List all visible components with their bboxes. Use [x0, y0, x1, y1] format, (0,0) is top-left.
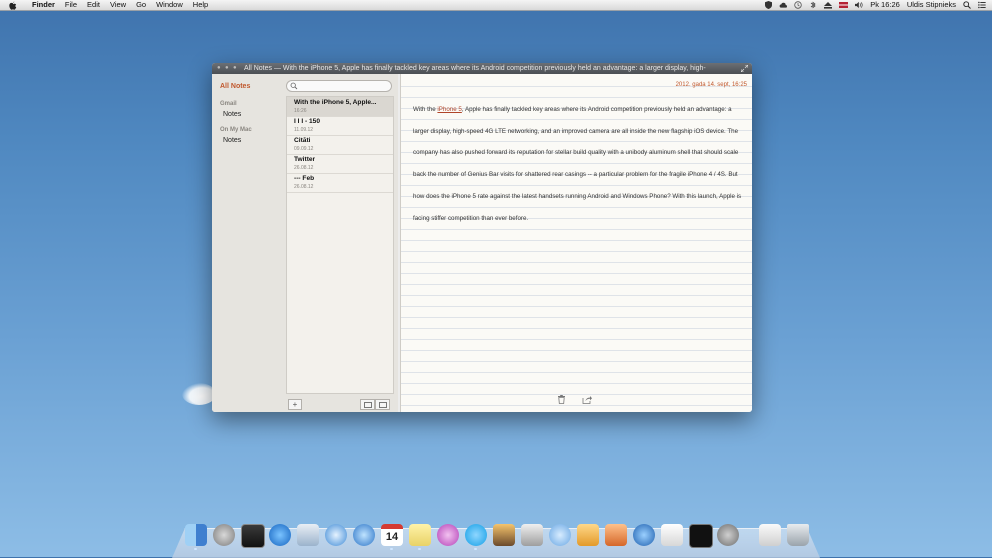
bluetooth-icon[interactable] [809, 1, 817, 9]
note-timestamp: 2012. gada 14. sept, 16:25 [675, 82, 747, 88]
add-note-button[interactable]: + [288, 399, 302, 410]
preview-icon[interactable] [297, 524, 319, 546]
app-store-icon[interactable] [269, 524, 291, 546]
safari-icon[interactable] [325, 524, 347, 546]
activity-monitor-icon[interactable] [689, 524, 713, 548]
itunes-icon[interactable] [353, 524, 375, 546]
list-item[interactable]: Citāti 09.09.12 [287, 135, 393, 155]
share-icon[interactable] [582, 395, 592, 404]
apple-menu-icon[interactable] [8, 0, 18, 10]
fullscreen-icon[interactable] [741, 65, 748, 72]
menu-go[interactable]: Go [136, 0, 146, 10]
sidebar-item-gmail-notes[interactable]: Notes [223, 111, 241, 118]
running-indicator [194, 548, 197, 550]
notes-window: ● ● ● All Notes — With the iPhone 5, App… [212, 63, 752, 412]
note-date: 16:26 [294, 108, 307, 114]
show-folders-button[interactable] [360, 399, 375, 410]
photo-booth-icon[interactable] [241, 524, 265, 548]
note-date: 26.08.12 [294, 165, 314, 171]
menu-window[interactable]: Window [156, 0, 183, 10]
desktop-cloud [182, 383, 216, 405]
sidebar-header-on-my-mac: On My Mac [220, 127, 252, 133]
cloud-icon[interactable] [779, 1, 788, 9]
running-indicator [390, 548, 393, 550]
photos-icon[interactable] [521, 524, 543, 546]
iphoto-icon[interactable] [493, 524, 515, 546]
note-date: 26.08.12 [294, 184, 314, 190]
note-title: --- Feb [294, 175, 315, 182]
downloads-stack-icon[interactable] [759, 524, 781, 546]
search-icon [290, 82, 298, 90]
messages-icon[interactable] [549, 524, 571, 546]
quicktime-icon[interactable] [633, 524, 655, 546]
itunes-ping-icon[interactable] [437, 524, 459, 546]
note-title: Twitter [294, 156, 316, 163]
notes-list-toolbar: + [282, 398, 398, 412]
close-window-icon[interactable]: ● [217, 63, 221, 74]
note-date: 11.09.12 [294, 127, 314, 133]
finder-icon[interactable] [185, 524, 207, 546]
accounts-sidebar: All Notes Gmail Notes On My Mac Notes [212, 74, 283, 412]
keynote-icon[interactable] [605, 524, 627, 546]
list-view-icon [379, 402, 387, 408]
status-tray: Pk 16:26 Uldis Stipnieks [764, 0, 986, 10]
sidebar-header-gmail: Gmail [220, 101, 237, 107]
note-title: With the iPhone 5, Apple... [294, 99, 377, 106]
minimize-window-icon[interactable]: ● [225, 63, 229, 74]
list-item[interactable]: With the iPhone 5, Apple... 16:26 [287, 97, 393, 117]
eject-icon[interactable] [824, 1, 833, 9]
running-indicator [474, 548, 477, 550]
note-title: Citāti [294, 137, 311, 144]
notes-icon[interactable] [409, 524, 431, 546]
notification-center-icon[interactable] [978, 1, 986, 9]
delete-note-icon[interactable] [557, 395, 566, 404]
sidebar-item-all-notes[interactable]: All Notes [220, 83, 250, 90]
list-item[interactable]: I I I - 150 11.09.12 [287, 116, 393, 136]
trash-icon[interactable] [787, 524, 809, 546]
show-list-button[interactable] [375, 399, 390, 410]
list-item[interactable]: Twitter 26.08.12 [287, 154, 393, 174]
notes-list: With the iPhone 5, Apple... 16:26 I I I … [286, 96, 394, 394]
note-body[interactable]: With the iPhone 5, Apple has finally tac… [413, 99, 743, 229]
running-indicator [418, 548, 421, 550]
notes-list-pane: With the iPhone 5, Apple... 16:26 I I I … [282, 74, 398, 412]
folders-icon [364, 402, 372, 408]
latvian-flag-icon[interactable] [839, 2, 849, 8]
note-body-text: , Apple has finally tackled key areas wh… [413, 106, 742, 222]
search-input[interactable] [286, 80, 392, 92]
note-editor[interactable]: 2012. gada 14. sept, 16:25 With the iPho… [400, 74, 752, 412]
launchpad-icon[interactable] [213, 524, 235, 546]
window-title: All Notes — With the iPhone 5, Apple has… [244, 65, 706, 72]
menu-edit[interactable]: Edit [87, 0, 100, 10]
list-item[interactable]: --- Feb 26.08.12 [287, 173, 393, 193]
spotlight-search-icon[interactable] [963, 1, 971, 9]
menu-view[interactable]: View [110, 0, 126, 10]
system-preferences-icon[interactable] [717, 524, 739, 546]
pages-icon[interactable] [577, 524, 599, 546]
editor-toolbar [401, 389, 752, 412]
menu-help[interactable]: Help [193, 0, 208, 10]
note-body-text: With the [413, 106, 438, 113]
sidebar-item-mac-notes[interactable]: Notes [223, 137, 241, 144]
menu-app-name[interactable]: Finder [32, 0, 55, 10]
note-date: 09.09.12 [294, 146, 314, 152]
textedit-icon[interactable] [661, 524, 683, 546]
menu-bar: Finder File Edit View Go Window Help Pk … [0, 0, 992, 11]
note-link[interactable]: iPhone 5 [437, 106, 461, 113]
volume-icon[interactable] [855, 1, 863, 9]
zoom-window-icon[interactable]: ● [233, 63, 237, 74]
window-titlebar[interactable]: ● ● ● All Notes — With the iPhone 5, App… [212, 63, 752, 74]
skype-icon[interactable] [465, 524, 487, 546]
menubar-user[interactable]: Uldis Stipnieks [907, 0, 956, 10]
menu-file[interactable]: File [65, 0, 77, 10]
menubar-clock[interactable]: Pk 16:26 [870, 0, 900, 10]
time-machine-icon[interactable] [794, 1, 802, 9]
note-title: I I I - 150 [294, 118, 321, 125]
dock-icons: 14 [185, 524, 815, 550]
shield-icon[interactable] [764, 1, 772, 9]
calendar-icon[interactable]: 14 [381, 524, 403, 546]
